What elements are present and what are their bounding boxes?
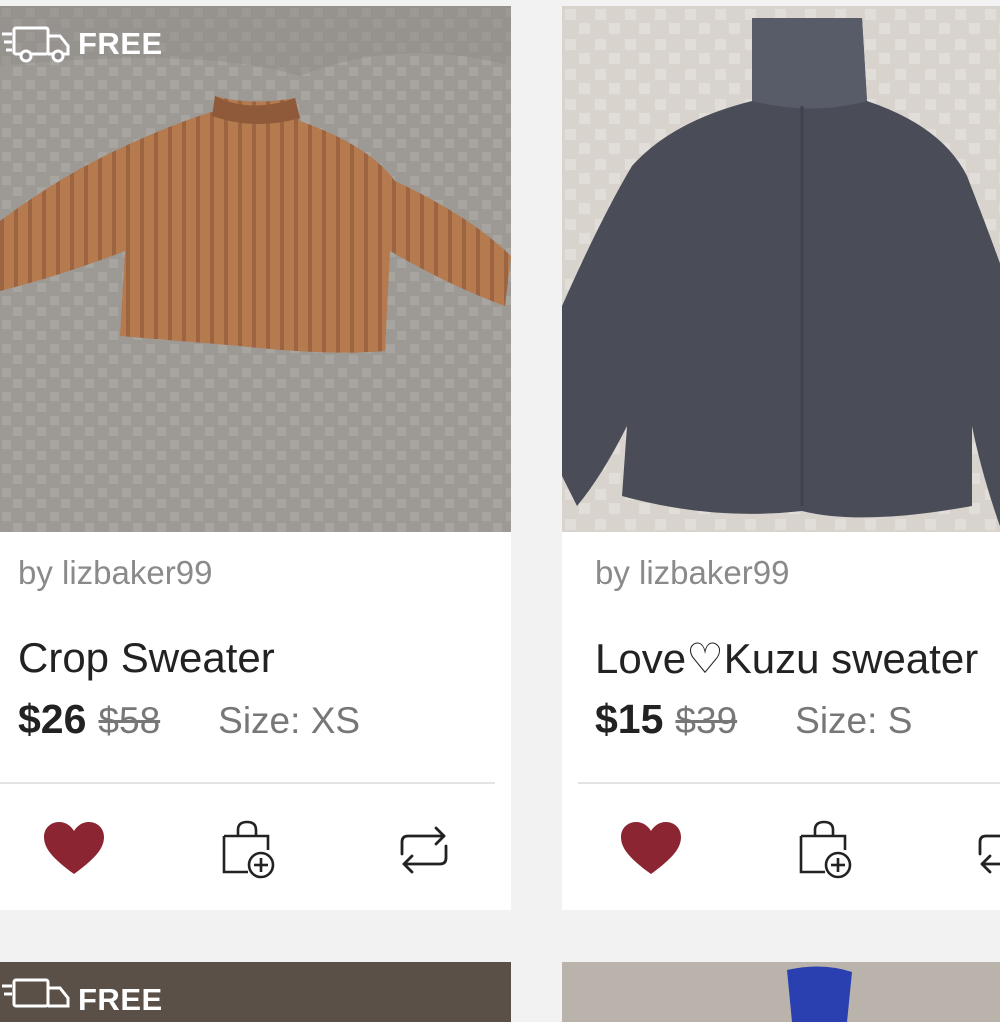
seller-name[interactable]: by lizbaker99 <box>595 554 789 592</box>
share-repost-icon <box>392 826 456 886</box>
truck-icon <box>0 976 72 1022</box>
free-label: FREE <box>78 982 163 1017</box>
free-shipping-badge: FREE <box>0 24 163 64</box>
add-to-bundle-button[interactable] <box>216 818 280 882</box>
free-shipping-badge: FREE <box>0 976 163 1022</box>
listing-actions <box>0 818 511 886</box>
add-to-bundle-button[interactable] <box>793 818 857 882</box>
shopping-bag-add-icon <box>216 820 280 886</box>
size-label: Size: S <box>795 700 913 741</box>
price: $15 <box>595 696 664 742</box>
listing-actions <box>562 818 1000 886</box>
like-button[interactable] <box>619 818 683 882</box>
heart-icon <box>619 822 683 886</box>
share-button[interactable] <box>392 818 456 882</box>
listing-photo[interactable]: FREE <box>0 962 511 1022</box>
seller-name[interactable]: by lizbaker99 <box>18 554 212 592</box>
free-label: FREE <box>78 26 163 61</box>
share-button[interactable] <box>970 818 1000 882</box>
listing-photo-partial <box>787 966 852 1022</box>
listing-photo[interactable] <box>562 962 1000 1022</box>
listing-card[interactable]: FREE by lizbaker99 Crop Sweater $26 $58 … <box>0 6 511 910</box>
price-row: $15 $39 Size: S <box>595 696 912 743</box>
divider <box>578 782 1000 784</box>
price: $26 <box>18 696 87 742</box>
original-price: $39 <box>675 700 738 741</box>
size-label: Size: XS <box>218 700 361 741</box>
listing-photo[interactable]: FREE <box>0 6 511 532</box>
original-price: $58 <box>98 700 161 741</box>
share-repost-icon <box>970 834 1000 886</box>
listing-photo[interactable] <box>562 6 1000 532</box>
like-button[interactable] <box>42 818 106 882</box>
heart-icon <box>42 822 106 886</box>
shopping-bag-add-icon <box>793 820 857 886</box>
truck-icon <box>0 24 72 64</box>
listing-title[interactable]: Love♡Kuzu sweater <box>595 634 978 683</box>
divider <box>0 782 495 784</box>
listing-title[interactable]: Crop Sweater <box>18 634 275 682</box>
listing-card[interactable]: by lizbaker99 Love♡Kuzu sweater $15 $39 … <box>562 6 1000 910</box>
price-row: $26 $58 Size: XS <box>18 696 360 743</box>
